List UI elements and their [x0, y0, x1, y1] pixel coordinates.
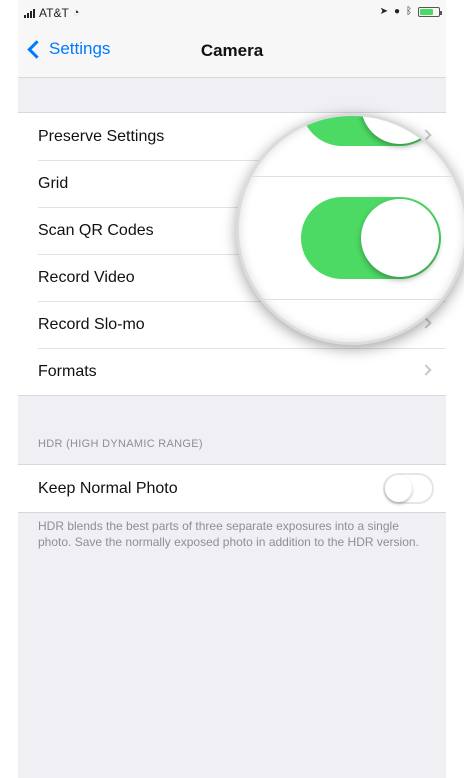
row-label: Preserve Settings	[38, 127, 165, 145]
alarm-icon: ●	[393, 6, 400, 17]
row-keep-normal-photo: Keep Normal Photo	[18, 465, 446, 512]
wifi-icon: ◔	[72, 7, 80, 19]
row-label: Grid	[38, 174, 69, 192]
status-bar: AT&T ◔ ➤ ● ᛒ	[18, 0, 446, 26]
status-left: AT&T ◔	[24, 6, 79, 20]
battery-icon	[418, 6, 442, 17]
magnified-partial-toggle	[301, 116, 441, 146]
row-label: Keep Normal Photo	[38, 479, 178, 497]
magnified-row-divider	[239, 176, 464, 177]
keep-normal-photo-toggle[interactable]	[383, 473, 434, 504]
toggle-knob	[385, 475, 412, 502]
status-right: ➤ ● ᛒ	[379, 6, 442, 17]
row-label: Record Slo-mo	[38, 315, 145, 333]
page-title: Camera	[200, 41, 264, 60]
hdr-footer-text: HDR blends the best parts of three separ…	[38, 519, 419, 549]
battery-level	[420, 8, 433, 15]
chevron-right-icon	[420, 364, 432, 376]
hdr-settings-group: Keep Normal Photo	[18, 464, 446, 513]
row-label: Formats	[38, 362, 97, 380]
magnified-row-divider	[239, 299, 464, 300]
location-icon: ➤	[379, 6, 388, 17]
row-formats[interactable]: Formats	[18, 348, 446, 395]
scan-qr-codes-toggle[interactable]	[301, 197, 441, 279]
row-label: Scan QR Codes	[38, 221, 154, 239]
toggle-knob	[361, 199, 439, 277]
carrier-label: AT&T	[39, 6, 69, 20]
bluetooth-icon: ᛒ	[406, 6, 412, 17]
signal-icon	[24, 8, 35, 18]
navigation-bar: Settings Camera	[18, 26, 446, 78]
magnifier-lens	[236, 113, 464, 345]
row-label: Record Video	[38, 268, 135, 286]
battery-tip	[440, 10, 442, 15]
hdr-section-header: HDR (HIGH DYNAMIC RANGE)	[38, 438, 203, 450]
